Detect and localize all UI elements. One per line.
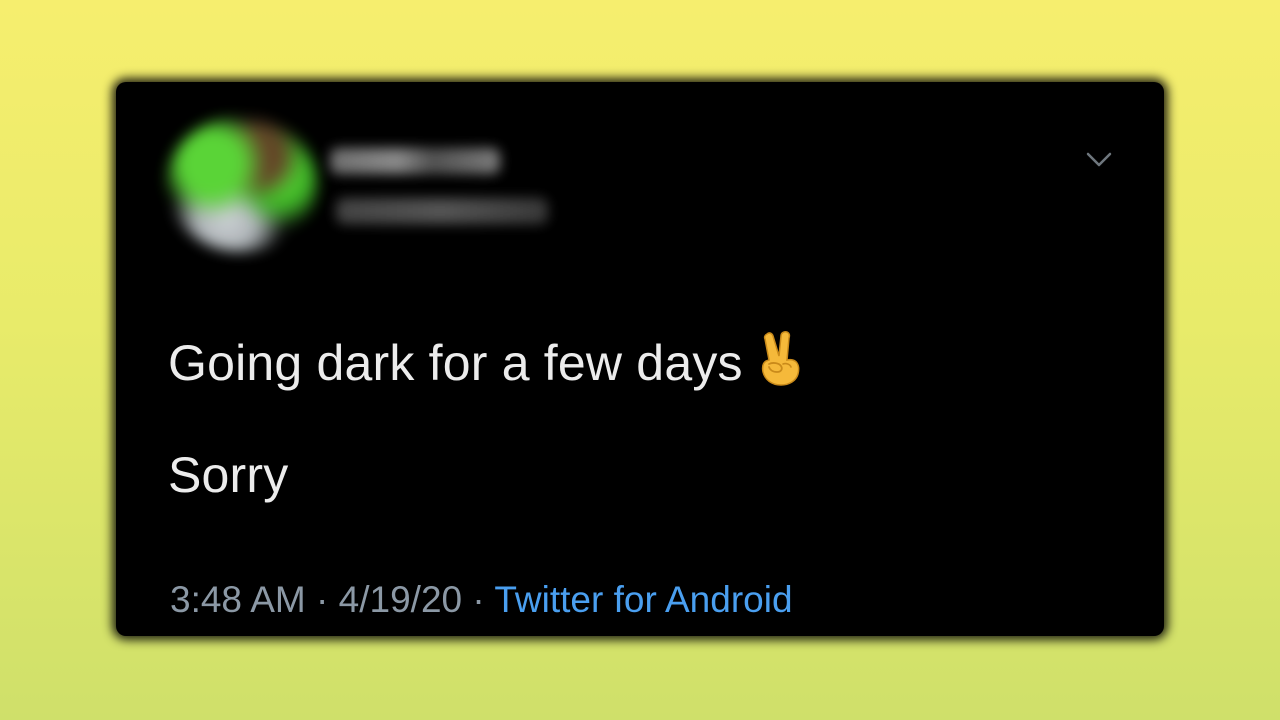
meta-separator: · xyxy=(316,579,329,620)
chevron-down-icon[interactable] xyxy=(1084,144,1114,174)
tweet-line: Sorry xyxy=(168,447,289,503)
tweet-date[interactable]: 4/19/20 xyxy=(339,579,462,620)
victory-hand-emoji-icon xyxy=(757,330,803,397)
tweet-line-text: Going dark for a few days xyxy=(168,335,743,391)
tweet-text: Going dark for a few days Sorry xyxy=(168,330,803,503)
tweet-line: Going dark for a few days xyxy=(168,330,803,397)
meta-separator: · xyxy=(472,579,485,620)
redacted-username xyxy=(336,198,548,224)
redacted-display-name xyxy=(330,148,500,174)
tweet-card: Going dark for a few days Sorry 3:48 AM … xyxy=(116,82,1164,636)
tweet-time[interactable]: 3:48 AM xyxy=(170,579,306,620)
avatar[interactable] xyxy=(166,116,318,252)
tweet-source-link[interactable]: Twitter for Android xyxy=(494,579,792,620)
tweet-metadata: 3:48 AM · 4/19/20 · Twitter for Android xyxy=(170,578,793,622)
